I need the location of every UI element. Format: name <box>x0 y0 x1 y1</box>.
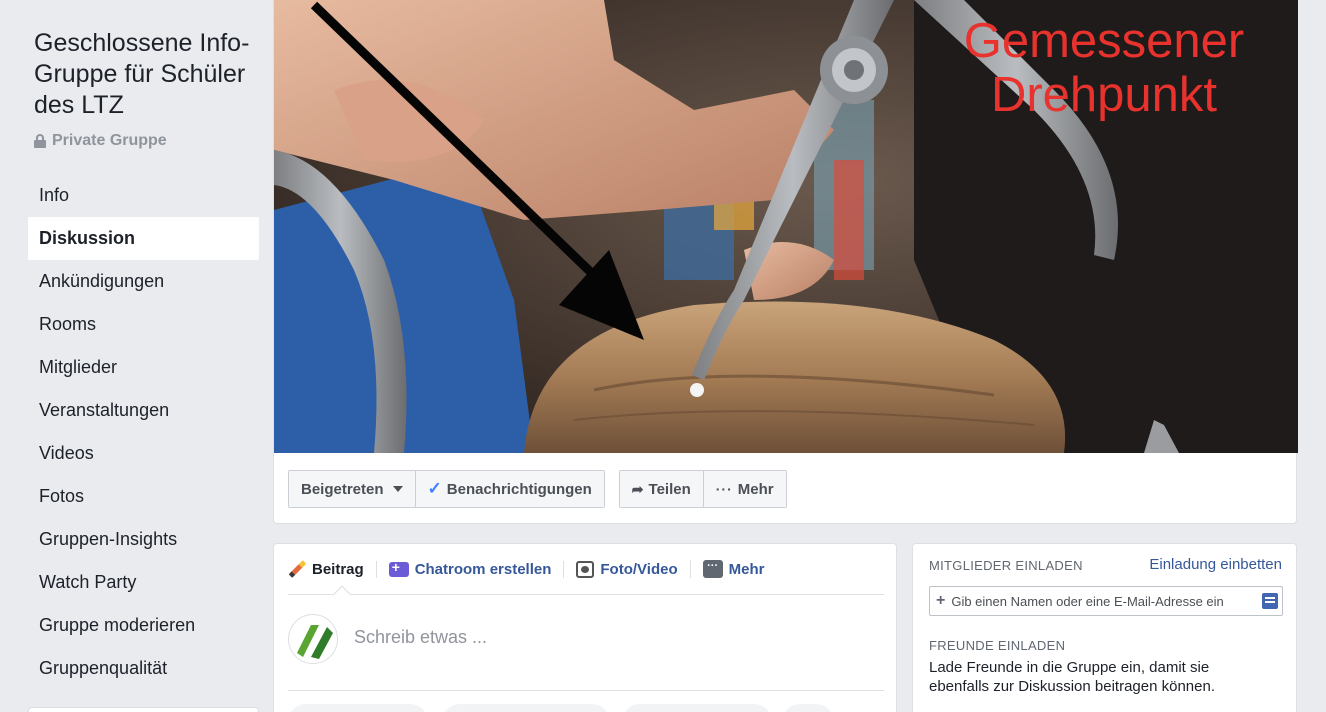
nav-item-watch-party[interactable]: Watch Party <box>28 561 259 604</box>
pencil-icon <box>288 560 306 578</box>
nav-item-gruppenqualitaet[interactable]: Gruppenqualität <box>28 647 259 690</box>
privacy-label: Private Gruppe <box>52 132 167 149</box>
tab-foto-video-label: Foto/Video <box>600 560 678 578</box>
lock-icon <box>34 134 46 148</box>
sidebar-search-box[interactable] <box>28 707 259 712</box>
plus-icon: + <box>936 592 946 609</box>
nav-item-info[interactable]: Info <box>28 174 259 217</box>
nav-item-diskussion[interactable]: Diskussion <box>28 217 259 260</box>
invite-friends-text: Lade Freunde in die Gruppe ein, damit si… <box>929 659 1216 695</box>
joined-button[interactable]: Beigetreten <box>289 471 415 507</box>
avatar-logo-icon <box>297 625 333 659</box>
nav-item-gruppe-moderieren[interactable]: Gruppe moderieren <box>28 604 259 647</box>
caret-down-icon <box>392 486 403 492</box>
tab-beitrag-label: Beitrag <box>312 560 364 578</box>
tab-mehr-label: Mehr <box>728 560 765 578</box>
cover-caption: Gemessener Drehpunkt <box>914 14 1294 122</box>
nav-item-videos[interactable]: Videos <box>28 432 259 475</box>
post-composer: Beitrag Chatroom erstellen Foto/Video ··… <box>273 543 897 712</box>
joined-label: Beigetreten <box>301 480 384 498</box>
composer-tabs: Beitrag Chatroom erstellen Foto/Video ··… <box>288 556 776 582</box>
more-label: Mehr <box>737 480 774 498</box>
more-dots-icon: ··· <box>702 560 723 578</box>
cover-caption-line1: Gemessener <box>963 14 1245 68</box>
cover-card: Gemessener Drehpunkt Beigetreten ✓ Benac… <box>273 0 1298 524</box>
membership-button-group: Beigetreten ✓ Benachrichtigungen <box>288 470 605 508</box>
group-nav: Info Diskussion Ankündigungen Rooms Mitg… <box>28 174 259 690</box>
tab-mehr[interactable]: ··· Mehr <box>689 560 777 578</box>
video-chat-icon <box>388 559 409 577</box>
notifications-button[interactable]: ✓ Benachrichtigungen <box>414 471 604 507</box>
nav-item-rooms[interactable]: Rooms <box>28 303 259 346</box>
tab-beitrag[interactable]: Beitrag <box>288 560 376 578</box>
group-title[interactable]: Geschlossene Info-Gruppe für Schüler des… <box>34 28 264 121</box>
more-button[interactable]: ··· Mehr <box>702 471 786 507</box>
nav-item-veranstaltungen[interactable]: Veranstaltungen <box>28 389 259 432</box>
contact-list-icon[interactable] <box>1262 593 1278 609</box>
composer-option-pill[interactable] <box>442 704 610 712</box>
invite-members-heading: MITGLIEDER EINLADEN <box>929 558 1083 573</box>
composer-option-pill[interactable] <box>288 704 428 712</box>
invite-friends-heading: FREUNDE EINLADEN <box>929 638 1066 653</box>
cover-caption-line2: Drehpunkt <box>990 68 1218 122</box>
avatar[interactable] <box>288 614 338 664</box>
cover-photo[interactable]: Gemessener Drehpunkt <box>274 0 1298 453</box>
invite-members-card: MITGLIEDER EINLADEN Einladung einbetten … <box>912 543 1297 712</box>
tab-chatroom-label: Chatroom erstellen <box>414 560 552 578</box>
share-arrow-icon: ➦ <box>631 480 644 497</box>
tab-foto-video[interactable]: Foto/Video <box>563 560 689 578</box>
composer-option-pill[interactable] <box>622 704 772 712</box>
group-sidebar: Geschlossene Info-Gruppe für Schüler des… <box>0 0 270 712</box>
nav-item-ankuendigungen[interactable]: Ankündigungen <box>28 260 259 303</box>
embed-invite-link[interactable]: Einladung einbetten <box>1149 556 1282 573</box>
more-dots-icon: ··· <box>715 481 733 497</box>
share-button[interactable]: ➦ Teilen <box>619 471 703 507</box>
tab-chatroom[interactable]: Chatroom erstellen <box>375 559 564 578</box>
camera-icon <box>576 560 595 578</box>
group-privacy: Private Gruppe <box>34 132 167 150</box>
invite-input-placeholder: Gib einen Namen oder eine E-Mail-Adresse… <box>951 593 1224 609</box>
composer-option-pill[interactable] <box>782 704 834 712</box>
group-action-bar: Beigetreten ✓ Benachrichtigungen ➦ Teile… <box>288 470 787 508</box>
checkmark-icon: ✓ <box>427 479 442 498</box>
active-tab-indicator <box>333 585 351 603</box>
notifications-label: Benachrichtigungen <box>446 480 592 498</box>
nav-item-gruppen-insights[interactable]: Gruppen-Insights <box>28 518 259 561</box>
nav-item-fotos[interactable]: Fotos <box>28 475 259 518</box>
nav-item-mitglieder[interactable]: Mitglieder <box>28 346 259 389</box>
divider <box>288 690 884 691</box>
invite-name-input[interactable]: + Gib einen Namen oder eine E-Mail-Adres… <box>929 586 1283 616</box>
share-label: Teilen <box>648 480 691 498</box>
composer-input[interactable]: Schreib etwas ... <box>354 627 487 648</box>
share-button-group: ➦ Teilen ··· Mehr <box>618 470 787 508</box>
divider <box>288 594 884 595</box>
